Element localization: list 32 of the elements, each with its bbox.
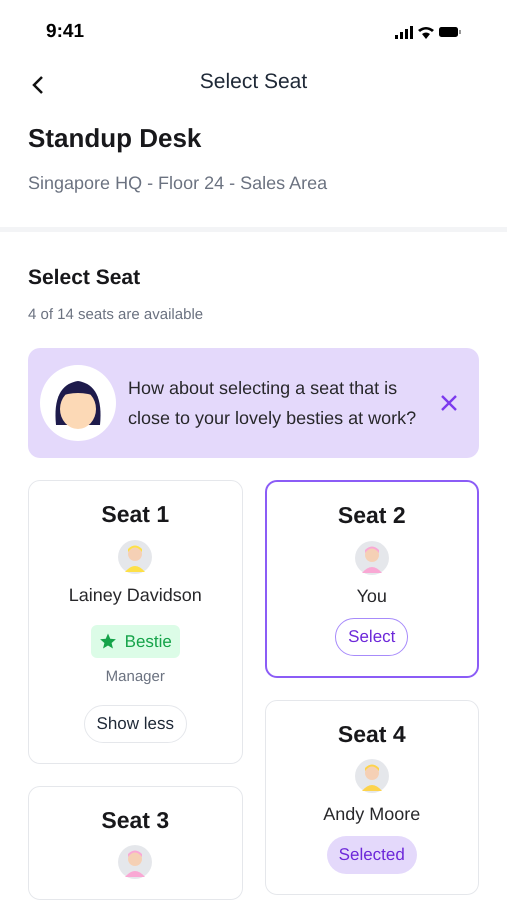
wifi-icon [418,26,434,39]
seat-action-button[interactable]: Show less [84,704,187,742]
seat-action-button[interactable]: Select [335,618,408,656]
section-title: Select Seat [28,265,142,291]
occupant-name: Lainey Davidson [68,584,202,607]
star-icon [98,632,117,650]
seat-title: Seat 1 [101,500,170,529]
avatar [354,759,389,793]
occupant-name: You [356,584,387,608]
seat-title: Seat 2 [338,501,406,530]
signal-icon [395,26,413,39]
battery-icon [439,26,461,38]
seats-available: 4 of 14 seats are available [28,304,204,324]
badge-label: Bestie [124,630,172,652]
seat-action-button[interactable]: Selected [326,836,417,874]
occupant-role: Manager [106,667,165,687]
page-title: Select Seat [200,68,308,95]
status-time: 9:41 [46,20,84,44]
avatar [354,540,389,574]
seat-title: Seat 3 [101,806,170,834]
desk-title: Standup Desk [28,122,202,155]
seat-card[interactable]: Seat 4 Andy Moore Selected [264,700,479,895]
avatar [118,540,152,574]
seat-title: Seat 4 [338,720,406,748]
tip-text: How about selecting a seat that is close to your lovely besties at work? [128,377,418,430]
desk-location: Singapore HQ - Floor 24 - Sales Area [28,172,328,195]
seat-card[interactable]: Seat 2 You Select [264,480,479,678]
occupant-name: Andy Moore [323,803,420,826]
avatar [118,845,152,879]
seat-card[interactable]: Seat 3 [28,786,242,900]
seat-card[interactable]: Seat 1 Lainey Davidson Bestie Manager Show less [28,480,242,764]
close-button[interactable] [440,394,458,412]
